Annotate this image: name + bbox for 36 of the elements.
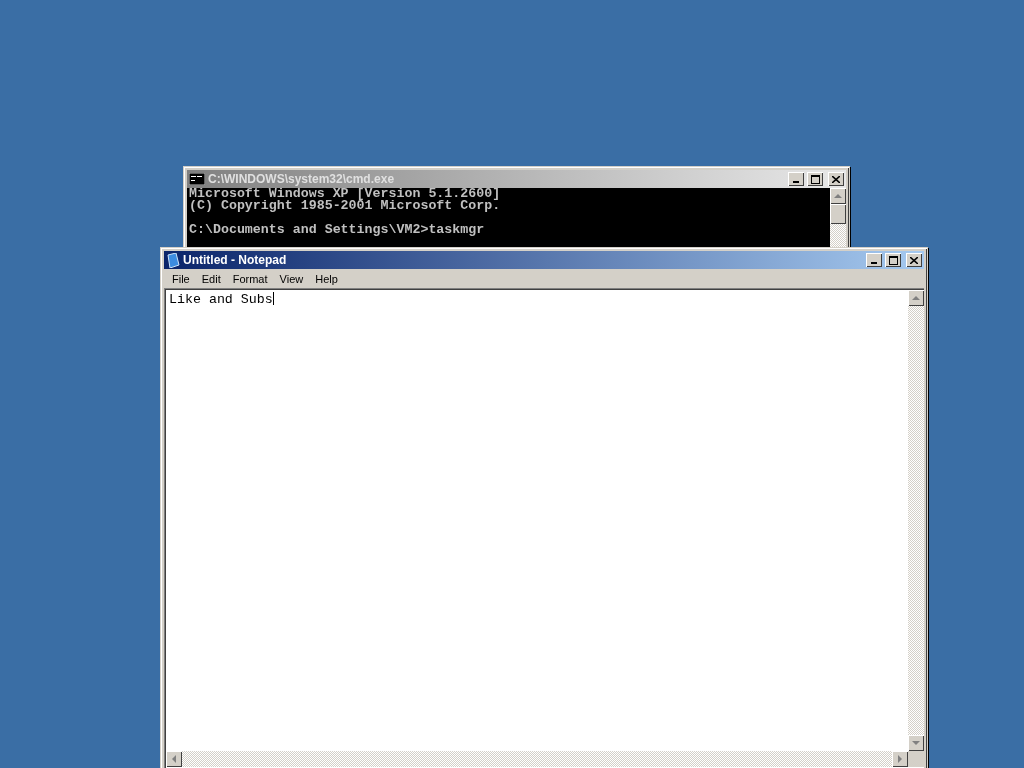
scroll-left-button[interactable]: [166, 751, 182, 767]
window-title: C:\WINDOWS\system32\cmd.exe: [208, 172, 396, 186]
close-icon: [910, 256, 918, 264]
scroll-up-button[interactable]: [830, 188, 846, 204]
menu-item[interactable]: Format: [226, 272, 274, 285]
minimize-button[interactable]: [788, 172, 804, 186]
close-icon: [832, 175, 840, 183]
scroll-down-button[interactable]: [908, 735, 924, 751]
minimize-icon: [871, 262, 877, 264]
console-line: C:\Documents and Settings\VM2>taskmgr: [189, 224, 486, 236]
console-icon: [189, 173, 205, 185]
arrow-icon: [172, 755, 176, 763]
menu-item[interactable]: File: [166, 272, 196, 285]
arrow-icon: [898, 755, 902, 763]
maximize-button[interactable]: [807, 172, 823, 186]
maximize-icon: [888, 255, 898, 265]
notepad-icon: [166, 252, 180, 268]
window-title: Untitled - Notepad: [183, 253, 288, 267]
console-line: Microsoft Windows XP [Version 5.1.2600]: [189, 188, 502, 200]
minimize-icon: [793, 181, 799, 183]
scroll-thumb[interactable]: [830, 204, 846, 224]
arrow-icon: [912, 741, 920, 745]
arrow-icon: [834, 194, 842, 198]
minimize-button[interactable]: [866, 253, 882, 267]
menu-item[interactable]: Edit: [195, 272, 227, 285]
size-grip[interactable]: [908, 751, 924, 767]
menu-item[interactable]: View: [273, 272, 310, 285]
maximize-button[interactable]: [885, 253, 901, 267]
scroll-up-button[interactable]: [908, 290, 924, 306]
console-line: (C) Copyright 1985-2001 Microsoft Corp.: [189, 200, 502, 212]
scroll-right-button[interactable]: [892, 751, 908, 767]
close-button[interactable]: [906, 253, 922, 267]
maximize-icon: [810, 174, 820, 184]
menu-item[interactable]: Help: [309, 272, 344, 285]
arrow-icon: [912, 296, 920, 300]
close-button[interactable]: [828, 172, 844, 186]
